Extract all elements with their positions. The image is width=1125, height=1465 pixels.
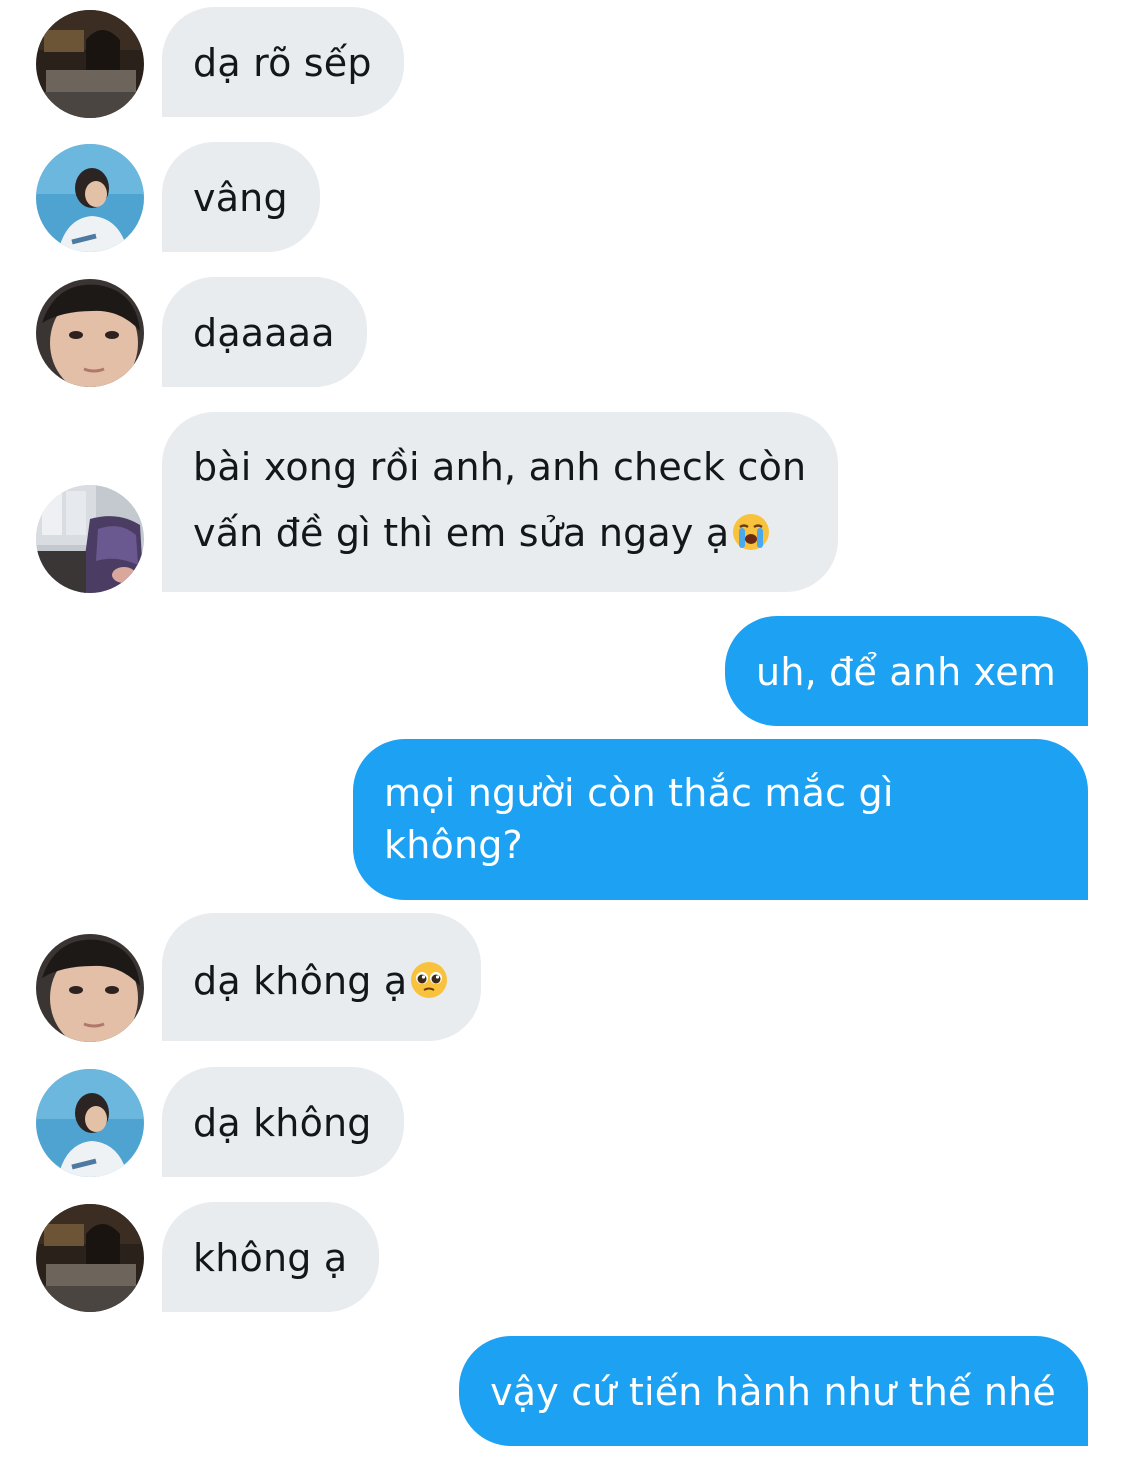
- message-text: dạ không: [193, 1101, 372, 1145]
- message-bubble-outgoing[interactable]: uh, để anh xem: [725, 616, 1088, 726]
- message-bubble-incoming[interactable]: dạ không ạ: [162, 913, 482, 1041]
- message-text: không ạ: [193, 1236, 348, 1280]
- message-bubble-outgoing[interactable]: mọi người còn thắc mắc gì không?: [353, 739, 1088, 900]
- avatar-blue-sky[interactable]: [36, 144, 144, 252]
- loudly-crying-face-emoji: [733, 514, 770, 550]
- message-bubble-incoming[interactable]: dạ không: [162, 1067, 404, 1177]
- message-text: uh, để anh xem: [756, 650, 1056, 694]
- message-thread: dạ rõ sếp vâng dạaaaa bài xong rồi anh, …: [0, 0, 1125, 1465]
- message-bubble-incoming[interactable]: bài xong rồi anh, anh check còn vấn đề g…: [162, 412, 839, 592]
- avatar-blue-sky[interactable]: [36, 1069, 144, 1177]
- message-text: dạ rõ sếp: [193, 41, 372, 85]
- message-text: dạ không ạ: [193, 959, 408, 1003]
- message-bubble-incoming[interactable]: vâng: [162, 142, 320, 252]
- message-bubble-incoming[interactable]: dạ rõ sếp: [162, 7, 404, 117]
- avatar-face-closeup[interactable]: [36, 934, 144, 1042]
- avatar-dark-bedroom[interactable]: [36, 10, 144, 118]
- avatar-dark-bedroom[interactable]: [36, 1204, 144, 1312]
- message-text: vâng: [193, 176, 288, 220]
- pleading-face-emoji: [411, 962, 448, 998]
- message-bubble-outgoing[interactable]: vậy cứ tiến hành như thế nhé: [459, 1336, 1088, 1446]
- message-text: mọi người còn thắc mắc gì không?: [384, 771, 894, 867]
- message-bubble-incoming[interactable]: không ạ: [162, 1202, 380, 1312]
- message-text: vậy cứ tiến hành như thế nhé: [490, 1370, 1056, 1414]
- message-bubble-incoming[interactable]: dạaaaa: [162, 277, 367, 387]
- avatar-purple-room[interactable]: [36, 485, 144, 593]
- avatar-face-closeup[interactable]: [36, 279, 144, 387]
- message-text: dạaaaa: [193, 311, 335, 355]
- message-text: bài xong rồi anh, anh check còn vấn đề g…: [193, 445, 807, 555]
